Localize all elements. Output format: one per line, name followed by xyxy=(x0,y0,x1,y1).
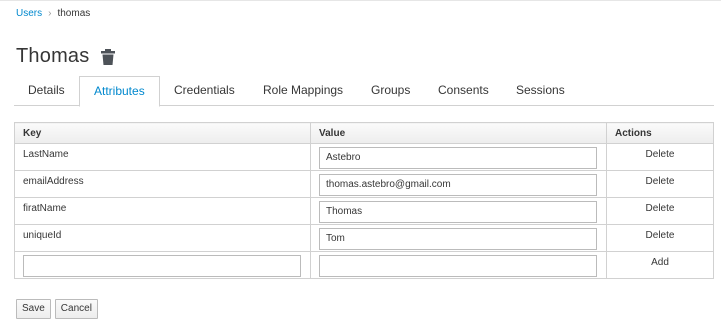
new-attribute-row: Add xyxy=(14,251,714,279)
breadcrumb-separator: › xyxy=(48,8,52,19)
new-key-input[interactable] xyxy=(23,255,301,277)
add-button[interactable]: Add xyxy=(606,251,714,279)
tab-sessions[interactable]: Sessions xyxy=(502,76,579,106)
delete-button[interactable]: Delete xyxy=(606,170,714,198)
delete-button[interactable]: Delete xyxy=(606,143,714,171)
table-row: LastName Astebro Delete xyxy=(14,143,714,171)
attribute-value-input[interactable]: Astebro xyxy=(319,147,597,169)
delete-button[interactable]: Delete xyxy=(606,197,714,225)
form-buttons: Save Cancel xyxy=(16,299,102,319)
save-button[interactable]: Save xyxy=(16,299,51,319)
tab-bar: Details Attributes Credentials Role Mapp… xyxy=(14,76,714,107)
tab-groups[interactable]: Groups xyxy=(357,76,424,106)
attribute-key: LastName xyxy=(14,143,311,171)
attribute-key: emailAddress xyxy=(14,170,311,198)
tab-credentials[interactable]: Credentials xyxy=(160,76,249,106)
table-row: firatName Thomas Delete xyxy=(14,197,714,225)
breadcrumb-users-link[interactable]: Users xyxy=(16,8,42,19)
attribute-value-input[interactable]: Thomas xyxy=(319,201,597,223)
new-value-input[interactable] xyxy=(319,255,597,277)
attribute-value-cell: thomas.astebro@gmail.com xyxy=(310,170,607,198)
breadcrumb-current: thomas xyxy=(57,8,91,19)
tab-role-mappings[interactable]: Role Mappings xyxy=(249,76,357,106)
attribute-value-cell: Astebro xyxy=(310,143,607,171)
delete-button[interactable]: Delete xyxy=(606,224,714,252)
new-key-cell xyxy=(14,251,311,279)
column-header-value: Value xyxy=(310,122,607,144)
attribute-value-cell: Tom xyxy=(310,224,607,252)
cancel-button[interactable]: Cancel xyxy=(54,299,98,319)
table-header-row: Key Value Actions xyxy=(14,122,714,144)
page-title: Thomas xyxy=(16,45,90,67)
attribute-key: firatName xyxy=(14,197,311,225)
attributes-table: Key Value Actions LastName Astebro Delet… xyxy=(14,122,714,279)
top-divider xyxy=(0,0,721,1)
attribute-value-input[interactable]: thomas.astebro@gmail.com xyxy=(319,174,597,196)
column-header-actions: Actions xyxy=(606,122,714,144)
tab-consents[interactable]: Consents xyxy=(424,76,503,106)
new-value-cell xyxy=(310,251,607,279)
attribute-value-input[interactable]: Tom xyxy=(319,228,597,250)
title-row: Thomas xyxy=(16,45,116,68)
column-header-key: Key xyxy=(14,122,311,144)
attribute-value-cell: Thomas xyxy=(310,197,607,225)
attribute-key: uniqueId xyxy=(14,224,311,252)
table-row: emailAddress thomas.astebro@gmail.com De… xyxy=(14,170,714,198)
table-row: uniqueId Tom Delete xyxy=(14,224,714,252)
tab-details[interactable]: Details xyxy=(14,76,79,106)
tab-attributes[interactable]: Attributes xyxy=(79,76,160,107)
trash-icon[interactable] xyxy=(101,48,116,65)
breadcrumb: Users › thomas xyxy=(16,8,90,19)
